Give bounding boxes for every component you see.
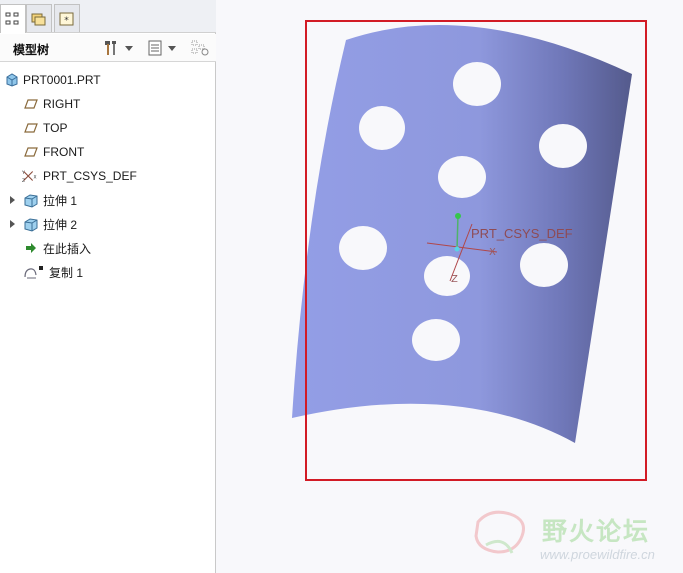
creo-window: * 模型树 PRT0001.PRT RIGHT TOP FRONT Y Z X … (0, 0, 683, 573)
selection-highlight-box (305, 20, 647, 481)
proewildfire-logo-icon (474, 510, 525, 554)
watermark-title: 野火论坛 (542, 518, 651, 546)
watermark-url: www.proewildfire.cn (540, 547, 655, 562)
csys-label: PRT_CSYS_DEF (471, 226, 573, 241)
